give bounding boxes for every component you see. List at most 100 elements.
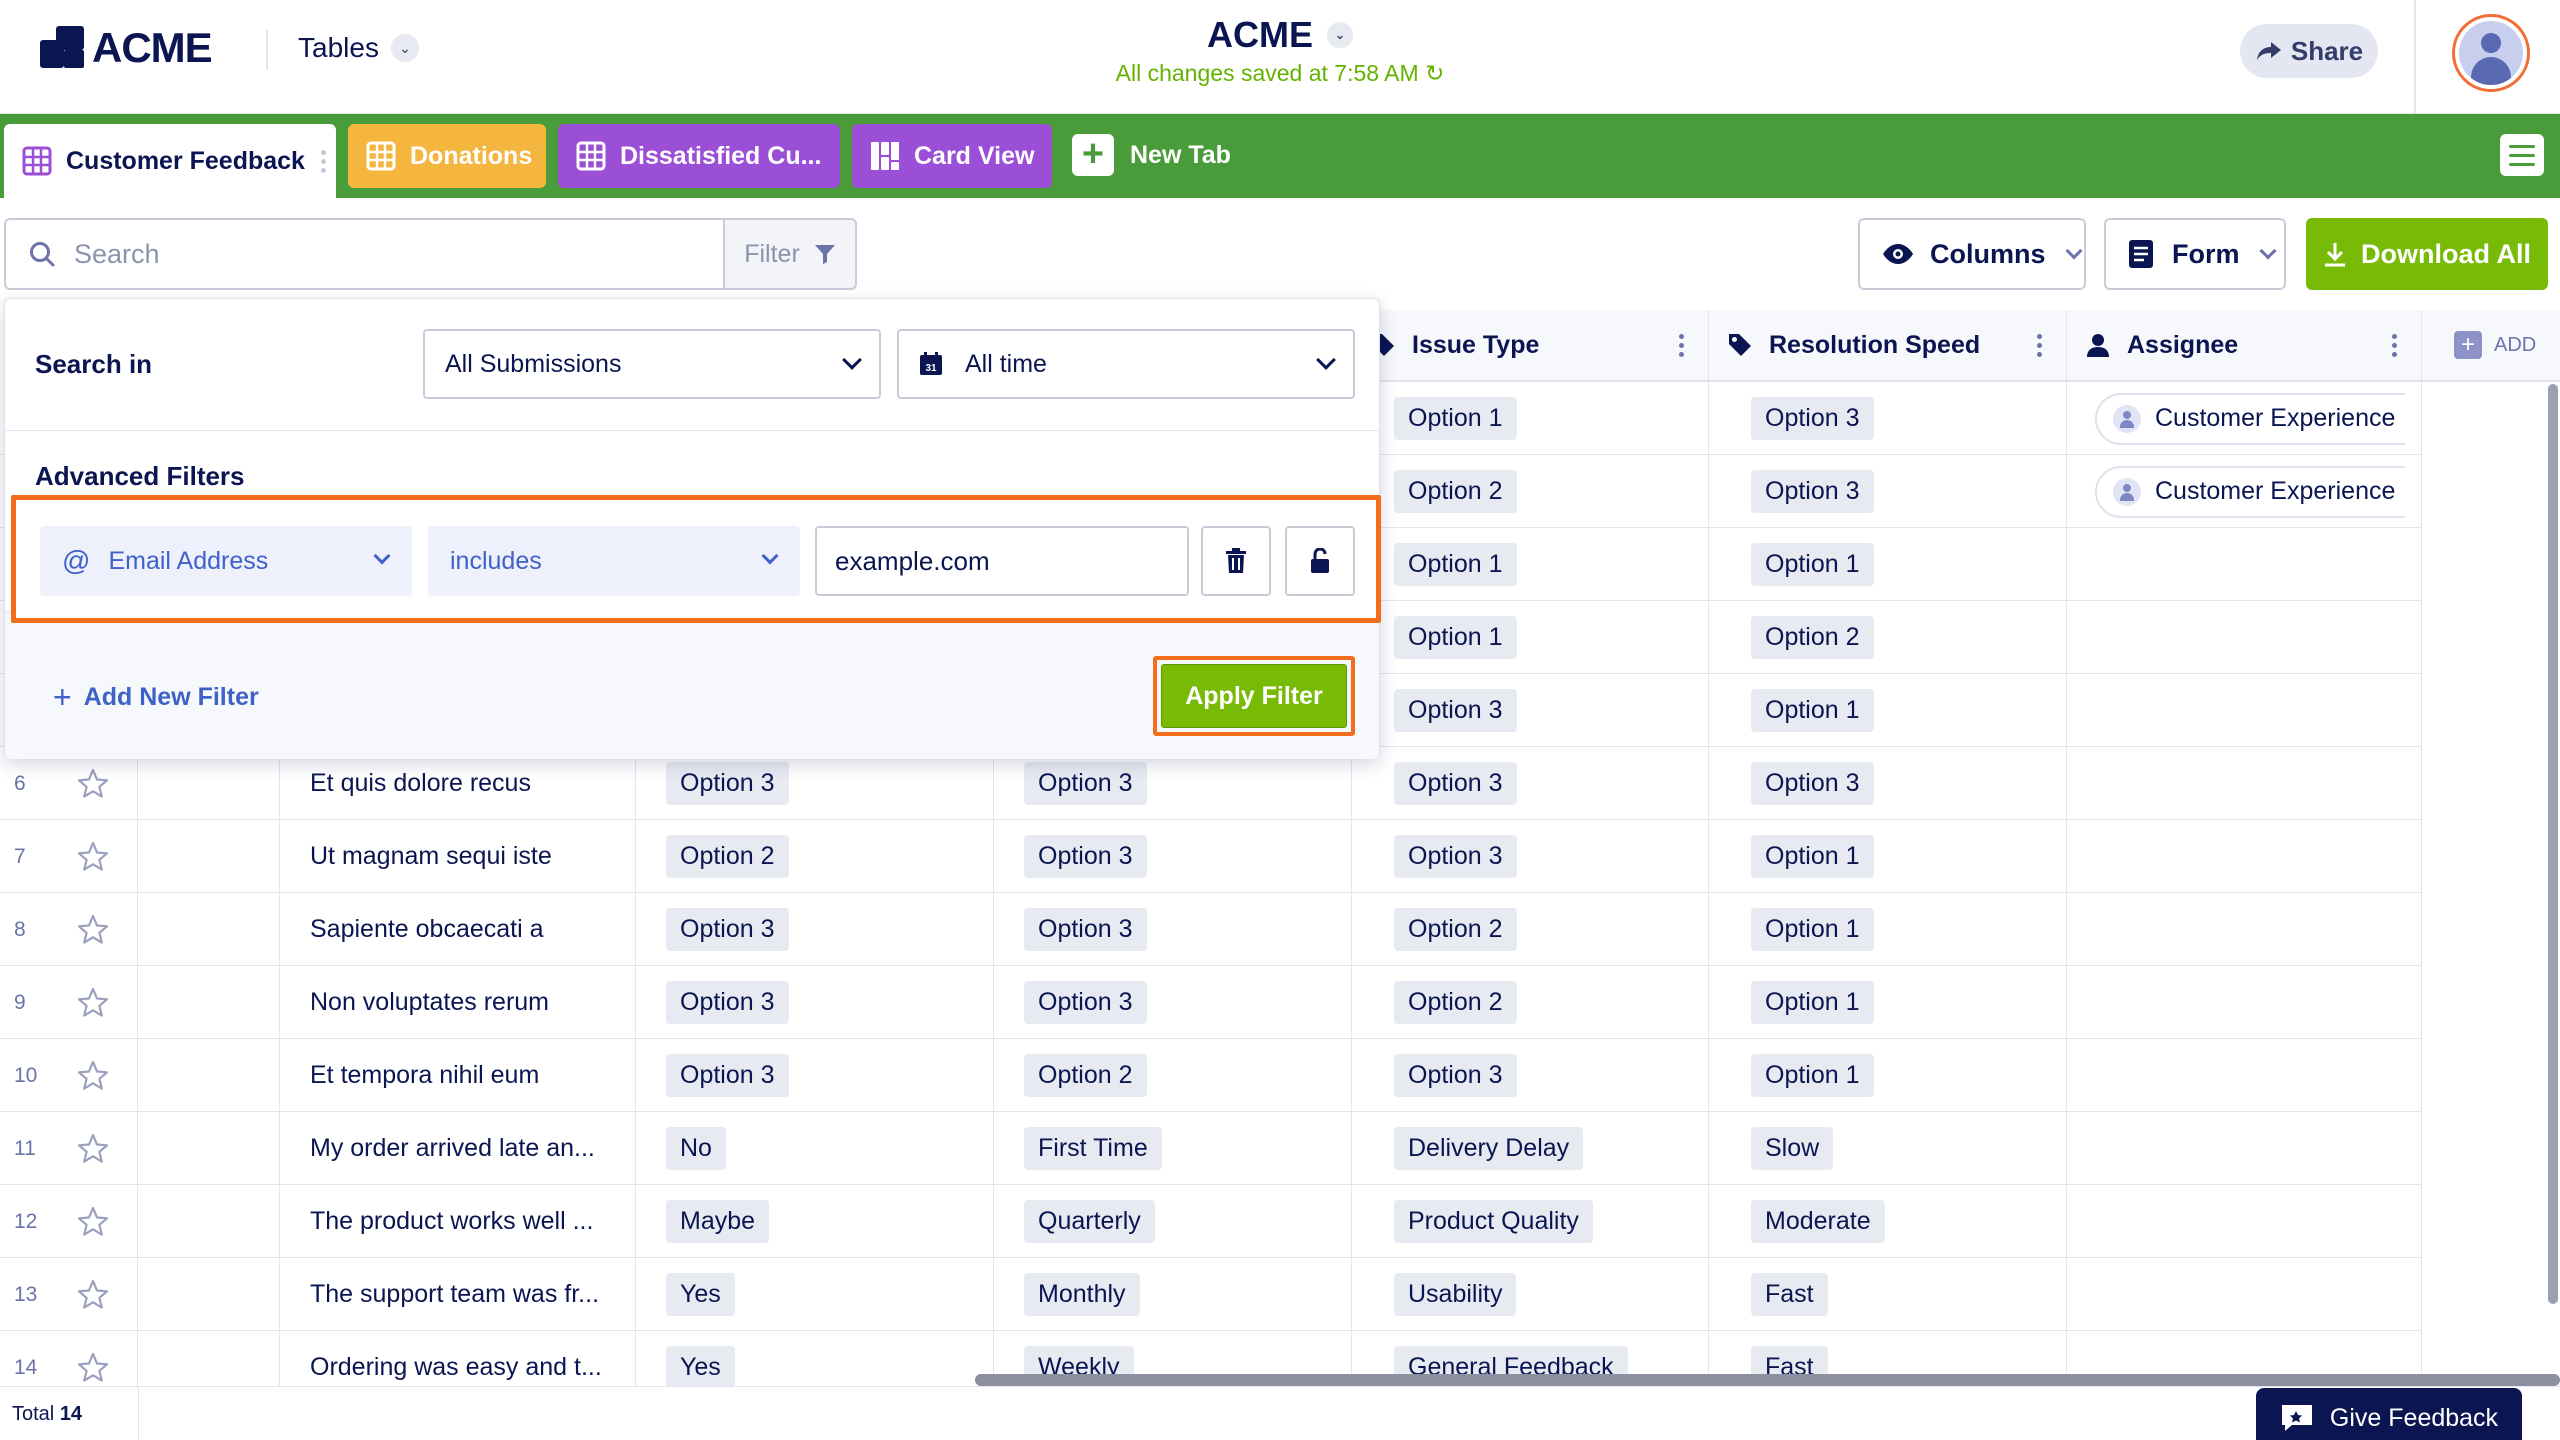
table-cell[interactable]: [138, 1112, 280, 1185]
assignee-cell[interactable]: [2067, 820, 2422, 893]
table-row[interactable]: 9 Non voluptates rerum Option 3 Option 3 Opt…: [0, 966, 2422, 1039]
share-button[interactable]: Share: [2240, 24, 2378, 78]
table-cell[interactable]: [138, 820, 280, 893]
star-icon[interactable]: [48, 1039, 138, 1112]
table-cell[interactable]: The support team was fr...: [280, 1258, 636, 1331]
table-row[interactable]: 7 Ut magnam sequi iste Option 2 Option 3 Opt…: [0, 820, 2422, 893]
star-icon[interactable]: [48, 893, 138, 966]
download-all-button[interactable]: Download All: [2306, 218, 2548, 290]
column-header-issue-type[interactable]: Issue Type: [1352, 310, 1709, 382]
hamburger-menu-button[interactable]: [2500, 134, 2544, 176]
issue-type-cell[interactable]: Option 3: [1352, 747, 1709, 820]
table-cell[interactable]: Et tempora nihil eum: [280, 1039, 636, 1112]
issue-type-cell[interactable]: Usability: [1352, 1258, 1709, 1331]
table-cell[interactable]: [138, 893, 280, 966]
add-column-button[interactable]: + ADD: [2422, 310, 2560, 382]
resolution-speed-cell[interactable]: Option 2: [1709, 601, 2067, 674]
tab-customer-feedback[interactable]: Customer Feedback: [4, 124, 336, 198]
tab-card-view[interactable]: Card View: [852, 124, 1052, 188]
assignee-cell[interactable]: [2067, 1039, 2422, 1112]
resolution-speed-cell[interactable]: Slow: [1709, 1112, 2067, 1185]
table-cell[interactable]: Non voluptates rerum: [280, 966, 636, 1039]
new-tab-button[interactable]: + New Tab: [1072, 134, 1231, 176]
assignee-cell[interactable]: [2067, 1112, 2422, 1185]
table-cell[interactable]: No: [636, 1112, 994, 1185]
assignee-cell[interactable]: [2067, 674, 2422, 747]
column-options-icon[interactable]: [2037, 334, 2042, 357]
table-cell[interactable]: Maybe: [636, 1185, 994, 1258]
assignee-cell[interactable]: Customer Experience: [2067, 382, 2422, 455]
time-range-select[interactable]: 31 All time: [897, 329, 1355, 399]
avatar[interactable]: [2452, 14, 2530, 92]
issue-type-cell[interactable]: Option 1: [1352, 528, 1709, 601]
lock-filter-button[interactable]: [1285, 526, 1355, 596]
table-cell[interactable]: Option 2: [636, 820, 994, 893]
columns-button[interactable]: Columns: [1858, 218, 2086, 290]
assignee-chip[interactable]: Customer Experience: [2095, 465, 2405, 518]
table-cell[interactable]: Quarterly: [994, 1185, 1352, 1258]
tab-donations[interactable]: Donations: [348, 124, 546, 188]
table-cell[interactable]: My order arrived late an...: [280, 1112, 636, 1185]
resolution-speed-cell[interactable]: Option 3: [1709, 455, 2067, 528]
assignee-cell[interactable]: [2067, 1258, 2422, 1331]
vertical-scrollbar[interactable]: [2548, 384, 2558, 1304]
issue-type-cell[interactable]: Option 3: [1352, 1039, 1709, 1112]
tab-dissatisfied-customers[interactable]: Dissatisfied Cu...: [558, 124, 840, 188]
table-cell[interactable]: Yes: [636, 1258, 994, 1331]
resolution-speed-cell[interactable]: Option 1: [1709, 893, 2067, 966]
resolution-speed-cell[interactable]: Option 1: [1709, 1039, 2067, 1112]
star-icon[interactable]: [48, 1258, 138, 1331]
delete-filter-button[interactable]: [1201, 526, 1271, 596]
search-input[interactable]: [74, 238, 674, 270]
table-cell[interactable]: Option 3: [636, 1039, 994, 1112]
issue-type-cell[interactable]: Option 3: [1352, 674, 1709, 747]
table-row[interactable]: 8 Sapiente obcaecati a Option 3 Option 3 Opt…: [0, 893, 2422, 966]
table-cell[interactable]: Option 3: [636, 893, 994, 966]
star-icon[interactable]: [48, 1185, 138, 1258]
table-cell[interactable]: [138, 966, 280, 1039]
table-row[interactable]: 11 My order arrived late an... No First Tim…: [0, 1112, 2422, 1185]
assignee-cell[interactable]: Customer Experience: [2067, 455, 2422, 528]
table-row[interactable]: 12 The product works well ... Maybe Quarter…: [0, 1185, 2422, 1258]
tables-menu[interactable]: Tables ⌄: [298, 32, 419, 64]
assignee-cell[interactable]: [2067, 528, 2422, 601]
give-feedback-button[interactable]: Give Feedback: [2256, 1388, 2522, 1440]
table-cell[interactable]: Option 3: [994, 893, 1352, 966]
star-icon[interactable]: [48, 820, 138, 893]
resolution-speed-cell[interactable]: Fast: [1709, 1258, 2067, 1331]
table-cell[interactable]: Ut magnam sequi iste: [280, 820, 636, 893]
table-cell[interactable]: Monthly: [994, 1258, 1352, 1331]
column-header-assignee[interactable]: Assignee: [2067, 310, 2422, 382]
table-cell[interactable]: The product works well ...: [280, 1185, 636, 1258]
form-button[interactable]: Form: [2104, 218, 2286, 290]
table-cell[interactable]: [138, 1185, 280, 1258]
column-options-icon[interactable]: [2392, 334, 2397, 357]
assignee-cell[interactable]: [2067, 747, 2422, 820]
table-title[interactable]: ACME ⌄: [1207, 14, 1353, 56]
issue-type-cell[interactable]: Option 2: [1352, 893, 1709, 966]
table-cell[interactable]: Option 3: [636, 966, 994, 1039]
assignee-chip[interactable]: Customer Experience: [2095, 392, 2405, 445]
table-cell[interactable]: Option 3: [994, 820, 1352, 893]
resolution-speed-cell[interactable]: Option 1: [1709, 674, 2067, 747]
issue-type-cell[interactable]: Delivery Delay: [1352, 1112, 1709, 1185]
resolution-speed-cell[interactable]: Option 1: [1709, 528, 2067, 601]
table-cell[interactable]: [138, 1258, 280, 1331]
table-cell[interactable]: Sapiente obcaecati a: [280, 893, 636, 966]
table-cell[interactable]: Option 2: [994, 1039, 1352, 1112]
add-new-filter-button[interactable]: + Add New Filter: [53, 679, 259, 716]
table-cell[interactable]: First Time: [994, 1112, 1352, 1185]
resolution-speed-cell[interactable]: Moderate: [1709, 1185, 2067, 1258]
table-cell[interactable]: Option 3: [994, 966, 1352, 1039]
resolution-speed-cell[interactable]: Option 3: [1709, 382, 2067, 455]
horizontal-scrollbar[interactable]: [975, 1374, 2560, 1386]
table-cell[interactable]: [138, 1039, 280, 1112]
apply-filter-button[interactable]: Apply Filter: [1161, 664, 1347, 728]
acme-logo[interactable]: ACME: [40, 24, 213, 72]
assignee-cell[interactable]: [2067, 893, 2422, 966]
submissions-select[interactable]: All Submissions: [423, 329, 881, 399]
issue-type-cell[interactable]: Option 2: [1352, 455, 1709, 528]
issue-type-cell[interactable]: Option 3: [1352, 820, 1709, 893]
filter-operator-select[interactable]: includes: [428, 526, 800, 596]
issue-type-cell[interactable]: Option 2: [1352, 966, 1709, 1039]
